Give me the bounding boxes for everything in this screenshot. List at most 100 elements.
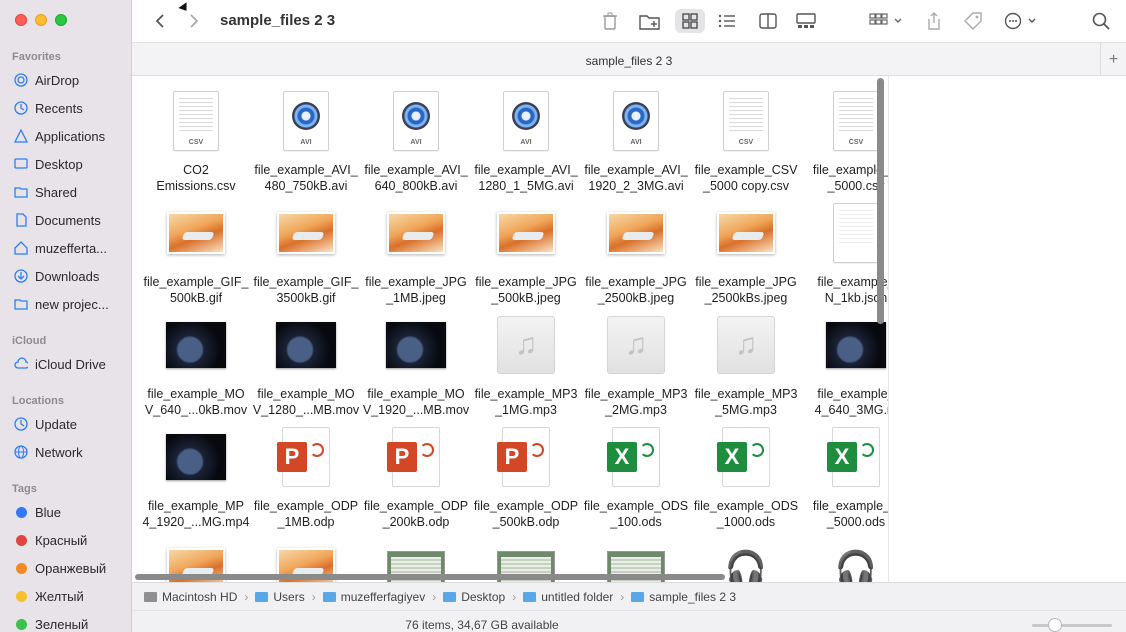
file-item[interactable]: Xfile_example_C _5000.ods [801,424,888,530]
audio-file-icon: ♫ [607,316,665,374]
file-item[interactable]: file_example_MO V_1280_...MB.mov [251,312,361,418]
breadcrumb-item[interactable]: untitled folder [523,590,613,604]
sidebar-item-icloud-drive[interactable]: iCloud Drive [14,352,128,376]
sidebar-item-shared[interactable]: Shared [14,180,128,204]
sidebar-item-оранжевый[interactable]: Оранжевый [14,556,128,580]
file-name-line1: file_example_MO [147,387,245,401]
file-thumbnail: CSV [801,88,888,154]
image-thumbnail [607,212,665,254]
movie-thumbnail [826,322,886,368]
file-item[interactable]: AVI file_example_AVI_ 640_800kB.avi [361,88,471,194]
file-item[interactable]: file_example_MO V_1920_...MB.mov [361,312,471,418]
file-grid: CSV CO2 Emissions.csv AVI file_example_AVI_ 4… [132,76,888,582]
tag-dot-icon [14,617,28,631]
file-name: file_example_AVI_ 640_800kB.avi [361,162,471,194]
sidebar-item-downloads[interactable]: Downloads [14,264,128,288]
sidebar-item-desktop[interactable]: Desktop [14,152,128,176]
horizontal-scrollbar[interactable] [135,574,725,580]
file-item[interactable]: file_example_JPG _2500kBs.jpeg [691,200,801,306]
file-thumbnail: 🎧 [801,536,888,582]
image-thumbnail [277,212,335,254]
forward-button[interactable] [184,9,204,33]
sidebar-item-documents[interactable]: Documents [14,208,128,232]
search-button[interactable] [1090,9,1112,33]
file-item[interactable]: file_example_MO V_640_...0kB.mov [141,312,251,418]
breadcrumb-label: sample_files 2 3 [649,589,736,604]
file-name-line1: file_example_MP [148,499,244,513]
column-view-button[interactable] [757,9,779,33]
vertical-scrollbar[interactable] [877,78,884,324]
file-thumbnail: X [691,424,801,490]
file-item[interactable]: ♫ file_example_MP3 _1MG.mp3 [471,312,581,418]
icon-view-button[interactable] [675,9,705,33]
sidebar-item-label: iCloud Drive [35,356,106,372]
breadcrumb-label: Macintosh HD [162,589,238,604]
file-item[interactable]: AVI file_example_AVI_ 1920_2_3MG.avi [581,88,691,194]
sidebar-item-network[interactable]: Network [14,440,128,464]
file-name: file_example_ODP _200kB.odp [361,498,471,530]
file-item[interactable]: CSV file_example_C _5000.csv [801,88,888,194]
file-item[interactable]: CSV CO2 Emissions.csv [141,88,251,194]
file-item[interactable]: ♫ file_example_MP3 _5MG.mp3 [691,312,801,418]
file-thumbnail: P [361,424,471,490]
minimize-window-button[interactable] [35,14,47,26]
file-item[interactable]: Pfile_example_ODP _500kB.odp [471,424,581,530]
file-name-line1: file_example_ODP [363,499,469,513]
group-by-button[interactable] [868,9,906,33]
sidebar-item-applications[interactable]: Applications [14,124,128,148]
sidebar-item-airdrop[interactable]: AirDrop [14,68,128,92]
gallery-view-button[interactable] [794,9,818,33]
sidebar-item-new-projec-[interactable]: new projec... [14,292,128,316]
breadcrumb-item[interactable]: Desktop [443,590,505,604]
new-folder-button[interactable] [638,9,662,33]
file-item[interactable]: AVI file_example_AVI_ 1280_1_5MG.avi [471,88,581,194]
file-item[interactable]: file_example_JPG _2500kB.jpeg [581,200,691,306]
sidebar-item-recents[interactable]: Recents [14,96,128,120]
file-item[interactable]: Xfile_example_ODS _100.ods [581,424,691,530]
icon-size-slider-knob[interactable] [1048,618,1062,632]
file-item[interactable]: file_example_ N_1kb.json [801,200,888,306]
document-icon [14,213,28,227]
sidebar-item-blue[interactable]: Blue [14,500,128,524]
file-item[interactable]: file_example_MP 4_1920_...MG.mp4 [141,424,251,530]
sidebar-item-label: Update [35,416,77,432]
breadcrumb-label: muzefferfagiyev [340,589,426,604]
file-item[interactable]: AVI file_example_AVI_ 480_750kB.avi [251,88,361,194]
file-item[interactable]: Pfile_example_ODP _1MB.odp [251,424,361,530]
file-item[interactable]: file_example_GIF_ 3500kB.gif [251,200,361,306]
file-item[interactable]: file_example_JPG _1MB.jpeg [361,200,471,306]
trash-button[interactable] [599,9,621,33]
back-button[interactable] [150,9,170,33]
file-item[interactable]: 🎧 [801,536,888,582]
file-item[interactable]: Xfile_example_ODS _1000.ods [691,424,801,530]
sidebar-item-зеленый[interactable]: Зеленый [14,612,128,632]
share-button[interactable] [924,9,944,33]
breadcrumb-item[interactable]: sample_files 2 3 [631,590,736,604]
file-name: file_example_ODS _1000.ods [691,498,801,530]
file-item[interactable]: file_example_JPG _500kB.jpeg [471,200,581,306]
list-view-button[interactable] [716,9,738,33]
breadcrumb-item[interactable]: Users [255,590,305,604]
add-tab-button[interactable]: + [1100,43,1126,76]
breadcrumb-item[interactable]: muzefferfagiyev [322,589,426,604]
close-window-button[interactable] [15,14,27,26]
file-name: CO2 Emissions.csv [141,162,251,194]
file-item[interactable]: CSV file_example_CSV _5000 copy.csv [691,88,801,194]
sidebar-item-желтый[interactable]: Желтый [14,584,128,608]
file-name-line1: file_example_AVI_ [254,163,358,177]
sidebar-item-muzefferta-[interactable]: muzefferta... [14,236,128,260]
file-item[interactable]: file_example_GIF_ 500kB.gif [141,200,251,306]
tags-button[interactable] [962,9,984,33]
file-item[interactable]: ♫ file_example_MP3 _2MG.mp3 [581,312,691,418]
file-thumbnail [141,200,251,266]
file-name: file_example_C _5000.ods [801,498,888,530]
sidebar: Favorites AirDrop Recents Applications Desk… [0,0,132,632]
file-item[interactable]: Pfile_example_ODP _200kB.odp [361,424,471,530]
icon-size-slider[interactable] [1032,624,1112,627]
sidebar-item-красный[interactable]: Красный [14,528,128,552]
more-actions-button[interactable] [1004,9,1040,33]
file-item[interactable]: file_example_ 4_640_3MG.m [801,312,888,418]
sidebar-item-update[interactable]: Update [14,412,128,436]
breadcrumb-item[interactable]: Macintosh HD [144,590,237,604]
zoom-window-button[interactable] [55,14,67,26]
